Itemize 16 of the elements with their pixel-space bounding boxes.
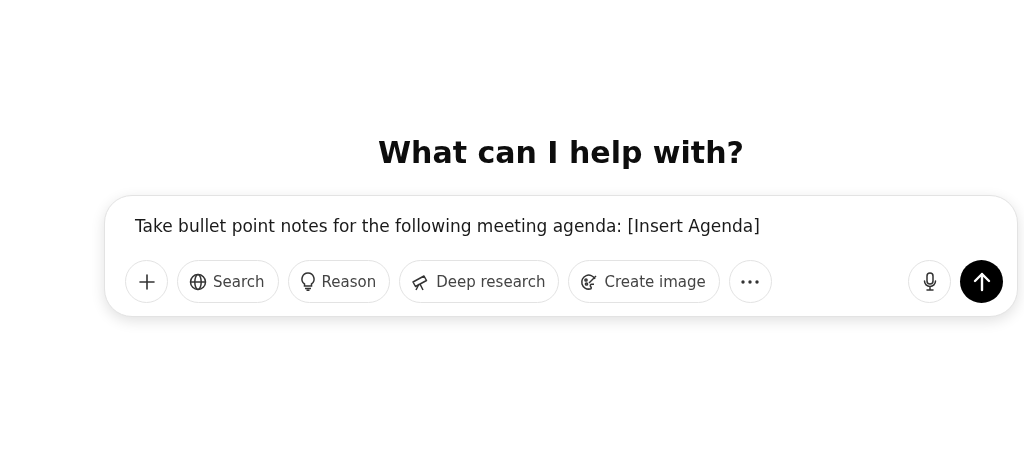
microphone-icon <box>922 272 937 291</box>
attach-button[interactable] <box>125 260 168 303</box>
prompt-field[interactable]: Take bullet point notes for the following meeting agenda: [Insert Agenda] <box>125 214 1003 238</box>
page-heading: What can I help with? <box>377 134 745 172</box>
up-arrow-icon <box>972 271 991 292</box>
tool-button[interactable]: Create image <box>568 260 720 303</box>
globe-icon <box>189 272 207 291</box>
lightbulb-icon <box>299 272 316 291</box>
plus-icon <box>137 272 156 291</box>
microphone-button[interactable] <box>908 260 951 303</box>
palette-icon <box>580 272 599 291</box>
tool-button[interactable]: Search <box>177 260 279 303</box>
send-button[interactable] <box>960 260 1003 303</box>
tool-button[interactable]: Reason <box>287 260 391 303</box>
tool-button[interactable]: Deep research <box>399 260 560 303</box>
more-icon <box>741 279 760 284</box>
